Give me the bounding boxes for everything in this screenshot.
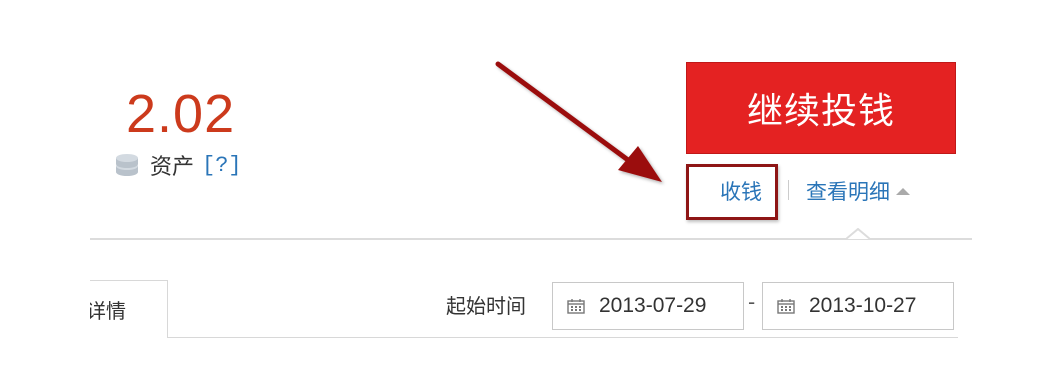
calendar-icon: [567, 299, 585, 314]
page: 2.02 资产 [?] 继续投钱 收钱 查看明细 详情 起始时间 2013-07…: [0, 0, 1038, 380]
continue-investing-button[interactable]: 继续投钱: [686, 62, 956, 154]
tab-details[interactable]: 详情: [90, 280, 168, 338]
section-divider: [90, 238, 972, 240]
view-details-label: 查看明细: [806, 180, 890, 204]
calendar-icon: [777, 299, 795, 314]
coin-stack-icon: [116, 154, 138, 176]
start-date-field[interactable]: 2013-07-29: [552, 282, 744, 330]
end-date-value: 2013-10-27: [809, 294, 917, 317]
link-divider: [788, 180, 789, 200]
start-time-label: 起始时间: [446, 294, 526, 318]
view-details-link[interactable]: 查看明细: [806, 176, 910, 206]
tab-bottom-line: [168, 337, 958, 338]
asset-help-link[interactable]: [?]: [202, 153, 242, 178]
caret-up-icon: [896, 187, 910, 195]
balance-value: 2.02: [126, 84, 236, 144]
start-date-value: 2013-07-29: [599, 294, 707, 317]
asset-row: 资产 [?]: [114, 150, 242, 180]
divider-notch: [846, 228, 870, 240]
withdraw-link[interactable]: 收钱: [720, 176, 762, 206]
date-range-separator: -: [748, 290, 756, 314]
end-date-field[interactable]: 2013-10-27: [762, 282, 954, 330]
asset-label: 资产: [150, 155, 195, 180]
tab-details-label: 详情: [90, 299, 126, 323]
